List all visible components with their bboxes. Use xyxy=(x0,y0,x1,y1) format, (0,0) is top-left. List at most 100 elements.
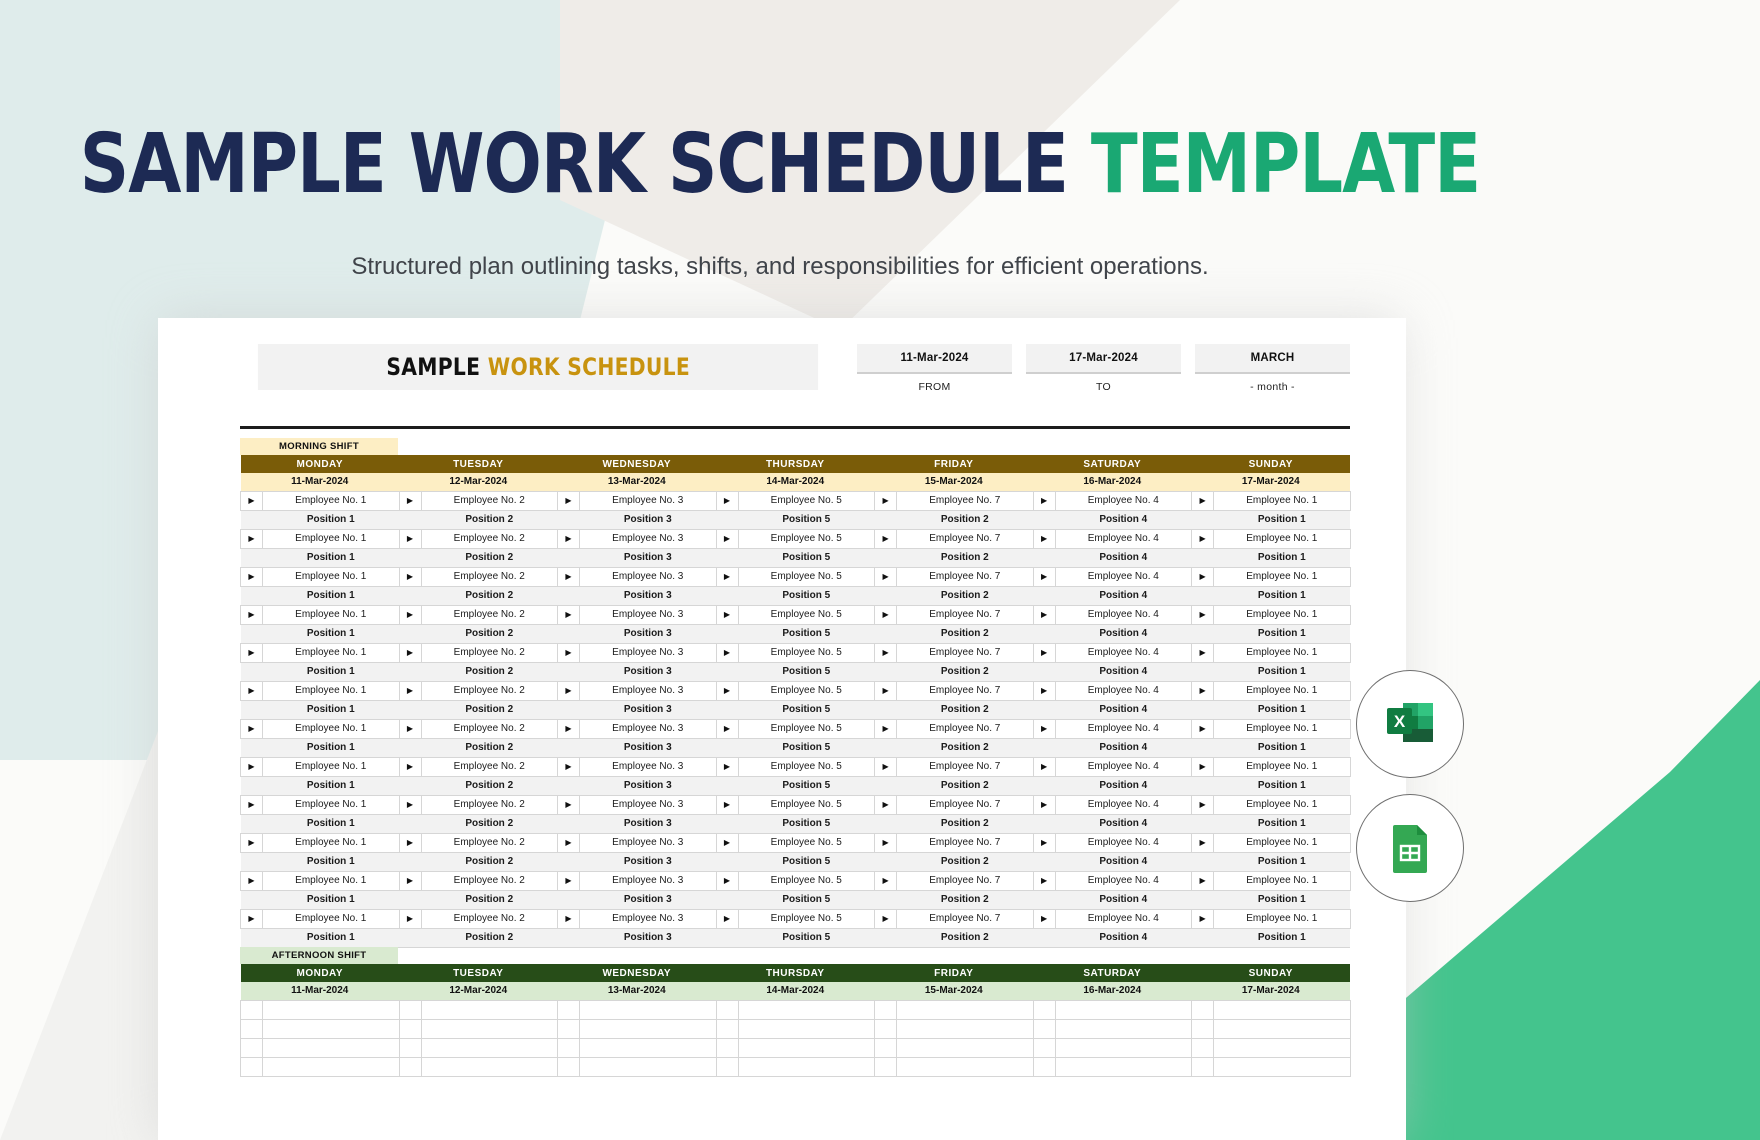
employee-cell[interactable]: Employee No. 4 xyxy=(1054,756,1193,777)
position-cell[interactable]: Position 1 xyxy=(262,737,399,758)
position-cell[interactable]: Position 1 xyxy=(1213,623,1351,644)
dropdown-arrow-icon[interactable]: ▶ xyxy=(1191,908,1215,929)
meta-value[interactable]: 17-Mar-2024 xyxy=(1026,344,1181,374)
dropdown-arrow-icon[interactable]: ▶ xyxy=(715,832,739,853)
position-cell[interactable]: Position 4 xyxy=(1055,737,1192,758)
employee-cell[interactable]: Employee No. 1 xyxy=(262,832,400,853)
employee-cell[interactable]: Employee No. 5 xyxy=(737,718,876,739)
dropdown-arrow-icon[interactable]: ▶ xyxy=(1032,490,1056,511)
position-cell[interactable]: Position 1 xyxy=(262,547,399,568)
dropdown-arrow-icon[interactable]: ▶ xyxy=(1032,756,1056,777)
dropdown-arrow-icon[interactable]: ▶ xyxy=(715,718,739,739)
dropdown-arrow-icon[interactable]: ▶ xyxy=(1191,832,1215,853)
dropdown-arrow-icon[interactable]: ▶ xyxy=(874,756,898,777)
position-cell[interactable]: Position 1 xyxy=(1213,585,1351,606)
employee-cell[interactable] xyxy=(1213,999,1351,1020)
employee-cell[interactable]: Employee No. 7 xyxy=(896,756,1034,777)
employee-cell[interactable]: Employee No. 5 xyxy=(737,908,876,929)
dropdown-arrow-icon[interactable]: ▶ xyxy=(1191,642,1215,663)
dropdown-arrow-icon[interactable]: ▶ xyxy=(874,528,898,549)
position-cell[interactable] xyxy=(896,1056,1034,1077)
dropdown-arrow-icon[interactable]: ▶ xyxy=(715,680,739,701)
employee-cell[interactable]: Employee No. 1 xyxy=(262,642,400,663)
dropdown-arrow-icon[interactable]: ▶ xyxy=(398,490,422,511)
dropdown-arrow-icon[interactable]: ▶ xyxy=(557,528,580,549)
dropdown-arrow-icon[interactable] xyxy=(557,999,580,1020)
position-cell[interactable] xyxy=(1054,1056,1193,1077)
dropdown-arrow-icon[interactable]: ▶ xyxy=(398,718,422,739)
employee-cell[interactable]: Employee No. 3 xyxy=(579,680,717,701)
employee-cell[interactable]: Employee No. 7 xyxy=(896,718,1034,739)
dropdown-arrow-icon[interactable]: ▶ xyxy=(715,566,739,587)
dropdown-arrow-icon[interactable]: ▶ xyxy=(1191,680,1215,701)
position-cell[interactable]: Position 4 xyxy=(1055,623,1192,644)
employee-cell[interactable]: Employee No. 1 xyxy=(262,680,400,701)
dropdown-arrow-icon[interactable]: ▶ xyxy=(1032,604,1056,625)
dropdown-arrow-icon[interactable]: ▶ xyxy=(1032,832,1056,853)
employee-cell[interactable] xyxy=(1054,1037,1193,1058)
employee-cell[interactable]: Employee No. 2 xyxy=(420,794,558,815)
dropdown-arrow-icon[interactable]: ▶ xyxy=(398,604,422,625)
position-cell[interactable]: Position 3 xyxy=(579,661,716,682)
position-cell[interactable] xyxy=(420,1018,558,1039)
meta-value[interactable]: MARCH xyxy=(1195,344,1350,374)
employee-cell[interactable]: Employee No. 7 xyxy=(896,642,1034,663)
dropdown-arrow-icon[interactable]: ▶ xyxy=(398,908,422,929)
dropdown-arrow-icon[interactable]: ▶ xyxy=(1191,870,1215,891)
position-cell[interactable]: Position 1 xyxy=(262,889,399,910)
employee-cell[interactable]: Employee No. 2 xyxy=(420,718,558,739)
dropdown-arrow-icon[interactable]: ▶ xyxy=(1191,718,1215,739)
position-cell[interactable]: Position 3 xyxy=(579,623,716,644)
employee-cell[interactable]: Employee No. 2 xyxy=(420,528,558,549)
employee-cell[interactable]: Employee No. 5 xyxy=(737,680,876,701)
employee-cell[interactable]: Employee No. 4 xyxy=(1054,794,1193,815)
employee-cell[interactable] xyxy=(420,1037,558,1058)
employee-cell[interactable]: Employee No. 7 xyxy=(896,680,1034,701)
position-cell[interactable]: Position 2 xyxy=(896,775,1034,796)
position-cell[interactable] xyxy=(737,1056,876,1077)
dropdown-arrow-icon[interactable]: ▶ xyxy=(557,604,580,625)
position-cell[interactable]: Position 5 xyxy=(738,851,875,872)
dropdown-arrow-icon[interactable]: ▶ xyxy=(874,832,898,853)
dropdown-arrow-icon[interactable]: ▶ xyxy=(1032,794,1056,815)
employee-cell[interactable]: Employee No. 5 xyxy=(737,756,876,777)
dropdown-arrow-icon[interactable]: ▶ xyxy=(715,794,739,815)
position-cell[interactable]: Position 2 xyxy=(421,889,558,910)
dropdown-arrow-icon[interactable]: ▶ xyxy=(1032,528,1056,549)
sheets-badge[interactable] xyxy=(1356,794,1464,902)
position-cell[interactable]: Position 1 xyxy=(262,927,399,948)
employee-cell[interactable]: Employee No. 1 xyxy=(262,756,400,777)
position-cell[interactable]: Position 1 xyxy=(1213,509,1351,530)
employee-cell[interactable]: Employee No. 2 xyxy=(420,566,558,587)
dropdown-arrow-icon[interactable]: ▶ xyxy=(715,908,739,929)
dropdown-arrow-icon[interactable] xyxy=(1032,1037,1056,1058)
position-cell[interactable]: Position 2 xyxy=(421,623,558,644)
dropdown-arrow-icon[interactable]: ▶ xyxy=(398,566,422,587)
position-cell[interactable]: Position 2 xyxy=(896,737,1034,758)
employee-cell[interactable]: Employee No. 3 xyxy=(579,566,717,587)
employee-cell[interactable]: Employee No. 3 xyxy=(579,490,717,511)
position-cell[interactable]: Position 2 xyxy=(896,623,1034,644)
dropdown-arrow-icon[interactable]: ▶ xyxy=(240,528,263,549)
position-cell[interactable]: Position 4 xyxy=(1055,775,1192,796)
dropdown-arrow-icon[interactable]: ▶ xyxy=(240,680,263,701)
employee-cell[interactable]: Employee No. 3 xyxy=(579,832,717,853)
position-cell[interactable]: Position 5 xyxy=(738,509,875,530)
position-cell[interactable]: Position 4 xyxy=(1055,813,1192,834)
employee-cell[interactable]: Employee No. 5 xyxy=(737,490,876,511)
position-cell[interactable] xyxy=(737,1018,876,1039)
dropdown-arrow-icon[interactable]: ▶ xyxy=(715,490,739,511)
dropdown-arrow-icon[interactable] xyxy=(557,1037,580,1058)
dropdown-arrow-icon[interactable]: ▶ xyxy=(240,604,263,625)
dropdown-arrow-icon[interactable]: ▶ xyxy=(240,832,263,853)
position-cell[interactable]: Position 2 xyxy=(896,547,1034,568)
position-cell[interactable]: Position 3 xyxy=(579,889,716,910)
employee-cell[interactable] xyxy=(1213,1037,1351,1058)
dropdown-arrow-icon[interactable]: ▶ xyxy=(1191,566,1215,587)
position-cell[interactable] xyxy=(262,1018,400,1039)
position-cell[interactable]: Position 5 xyxy=(738,623,875,644)
employee-cell[interactable]: Employee No. 2 xyxy=(420,908,558,929)
position-cell[interactable]: Position 5 xyxy=(738,889,875,910)
dropdown-arrow-icon[interactable]: ▶ xyxy=(557,794,580,815)
dropdown-arrow-icon[interactable]: ▶ xyxy=(398,832,422,853)
